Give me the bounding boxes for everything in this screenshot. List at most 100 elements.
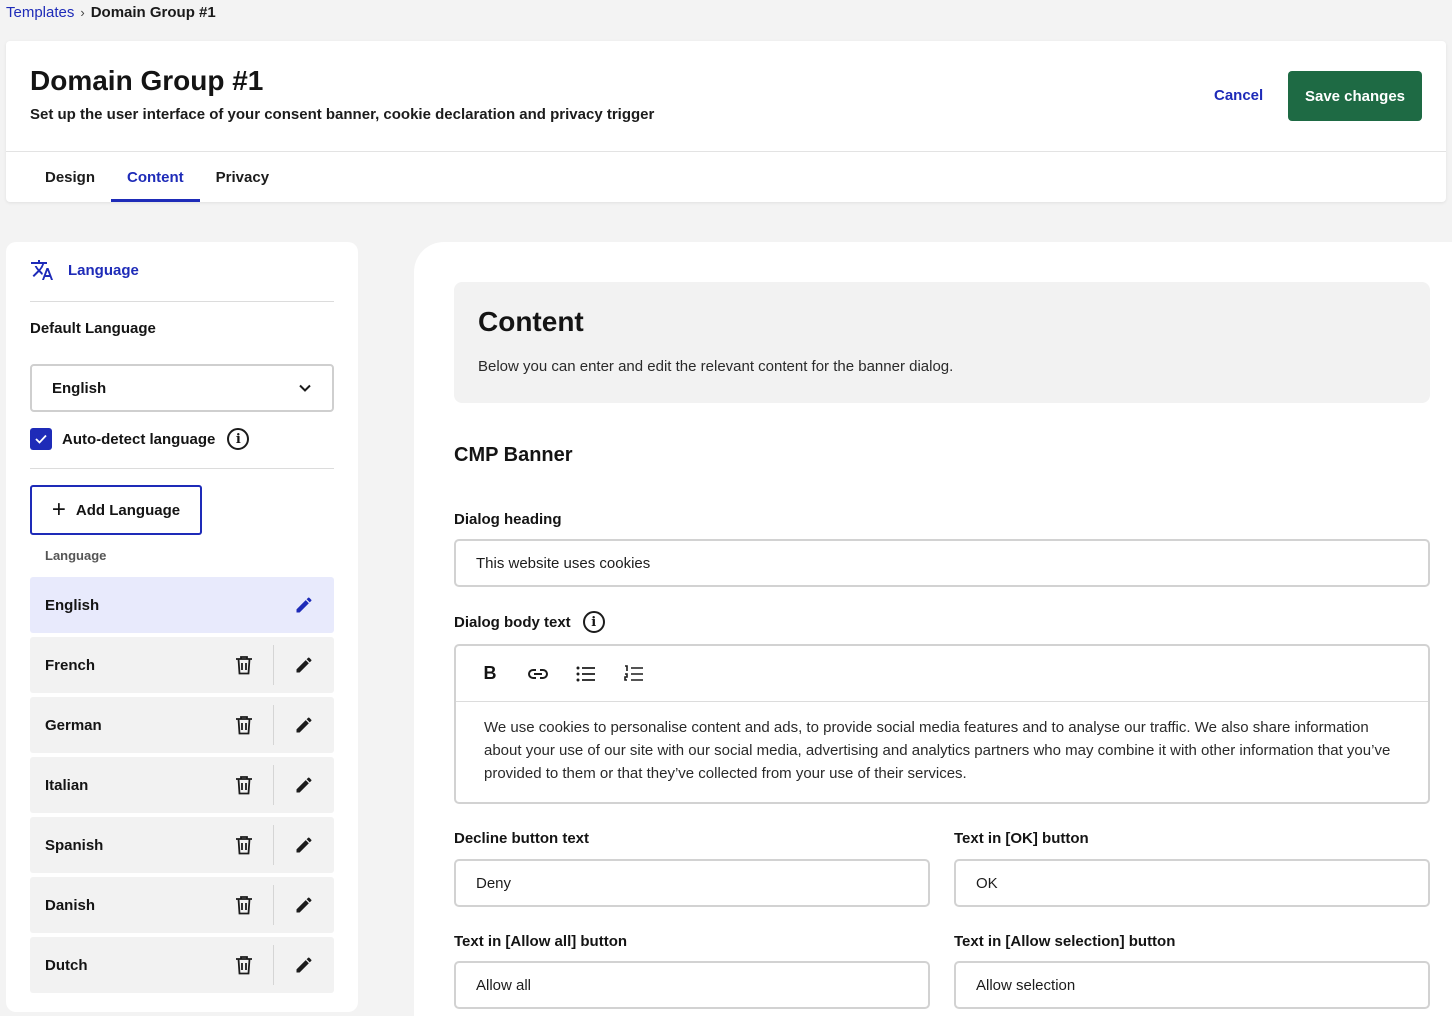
plus-icon: + [51, 496, 66, 523]
language-row-english[interactable]: English [30, 577, 334, 633]
language-row-french[interactable]: French [30, 637, 334, 693]
decline-input[interactable]: Deny [454, 859, 930, 907]
edit-button[interactable] [274, 697, 334, 753]
allow-selection-label: Text in [Allow selection] button [954, 933, 1175, 950]
edit-button[interactable] [274, 577, 334, 633]
decline-label-text: Decline button text [454, 830, 590, 847]
page-header: Domain Group #1 Set up the user interfac… [6, 41, 1446, 202]
language-row-danish[interactable]: Danish [30, 877, 334, 933]
breadcrumb: Templates › Domain Group #1 [6, 4, 216, 21]
add-language-label: Add Language [75, 501, 181, 519]
breadcrumb-current: Domain Group #1 [90, 4, 216, 21]
content-panel: Content Below you can enter and edit the… [414, 242, 1452, 1016]
delete-button[interactable] [214, 885, 274, 925]
chevron-down-icon [299, 384, 311, 392]
editor-toolbar: B [456, 646, 1428, 702]
tab-bar: Design Content Privacy [29, 152, 285, 202]
content-intro: Content Below you can enter and edit the… [454, 282, 1430, 403]
allow-selection-label-text: Text in [Allow selection] button [954, 933, 1176, 950]
delete-button[interactable] [214, 825, 274, 865]
content-title: Content [478, 306, 584, 337]
dialog-body-editor: B We use cookies to personalise content … [454, 644, 1430, 804]
default-language-select[interactable]: English [30, 364, 334, 412]
allow-all-input[interactable]: Allow all [454, 961, 930, 1009]
decline-label: Decline button text [454, 830, 589, 847]
ok-input[interactable]: OK [954, 859, 1430, 907]
info-icon[interactable]: i [227, 428, 250, 450]
allow-all-label-text: Text in [Allow all] button [454, 933, 628, 950]
content-description: Below you can enter and edit the relevan… [478, 358, 954, 375]
row-actions [274, 577, 334, 633]
language-row-spanish[interactable]: Spanish [30, 817, 334, 873]
language-name: Dutch [45, 956, 88, 974]
trash-icon [235, 896, 252, 915]
language-name: French [45, 656, 96, 674]
delete-button[interactable] [214, 945, 274, 985]
bold-icon[interactable]: B [478, 662, 502, 686]
language-name: Danish [45, 896, 96, 914]
dialog-body-text[interactable]: We use cookies to personalise content an… [456, 702, 1428, 799]
allow-all-label: Text in [Allow all] button [454, 933, 627, 950]
divider [30, 301, 334, 302]
delete-button[interactable] [214, 705, 274, 745]
row-actions [214, 817, 334, 873]
dialog-heading-input[interactable]: This website uses cookies [454, 539, 1430, 587]
language-name: German [45, 716, 102, 734]
pencil-icon [296, 597, 312, 613]
dialog-heading-label: Dialog heading [454, 511, 562, 528]
add-language-button[interactable]: + Add Language [30, 485, 202, 535]
language-row-dutch[interactable]: Dutch [30, 937, 334, 993]
ok-label-text: Text in [OK] button [954, 830, 1089, 847]
ok-label: Text in [OK] button [954, 830, 1089, 847]
breadcrumb-separator: › [80, 5, 85, 20]
link-icon[interactable] [526, 662, 550, 686]
edit-button[interactable] [274, 757, 334, 813]
language-row-italian[interactable]: Italian [30, 757, 334, 813]
trash-icon [235, 776, 252, 795]
dialog-body-label-text: Dialog body text [454, 613, 571, 631]
translate-icon [31, 260, 53, 280]
language-row-german[interactable]: German [30, 697, 334, 753]
edit-button[interactable] [274, 877, 334, 933]
auto-detect-checkbox[interactable] [30, 428, 52, 450]
pencil-icon [296, 957, 312, 973]
edit-button[interactable] [274, 817, 334, 873]
edit-button[interactable] [274, 937, 334, 993]
auto-detect-row: Auto-detect language i [30, 428, 250, 450]
delete-button[interactable] [214, 765, 274, 805]
row-actions [214, 757, 334, 813]
tab-design[interactable]: Design [29, 152, 111, 202]
default-language-label: Default Language [30, 320, 156, 337]
language-panel: Language Default Language English Auto-d… [6, 242, 358, 1012]
cancel-button[interactable]: Cancel [1214, 87, 1263, 104]
checkmark-icon [35, 434, 47, 444]
breadcrumb-templates-link[interactable]: Templates [6, 4, 74, 21]
section-title: CMP Banner [454, 444, 573, 466]
trash-icon [235, 716, 252, 735]
page-subtitle: Set up the user interface of your consen… [30, 106, 655, 123]
dialog-heading-label-text: Dialog heading [454, 511, 562, 528]
language-name: Spanish [45, 836, 104, 854]
language-list-header: Language [45, 548, 107, 563]
pencil-icon [296, 777, 312, 793]
delete-button[interactable] [214, 645, 274, 685]
pencil-icon [296, 837, 312, 853]
row-actions [214, 937, 334, 993]
edit-button[interactable] [274, 637, 334, 693]
allow-selection-input[interactable]: Allow selection [954, 961, 1430, 1009]
info-icon[interactable]: i [582, 611, 605, 633]
trash-icon [235, 656, 252, 675]
language-heading: Language [30, 258, 139, 282]
tab-content[interactable]: Content [111, 152, 200, 202]
pencil-icon [296, 897, 312, 913]
row-actions [214, 637, 334, 693]
row-actions [214, 877, 334, 933]
language-list: English French German Italian Spanish Da… [30, 577, 334, 997]
language-name: English [45, 596, 100, 614]
bullet-list-icon[interactable] [574, 662, 598, 686]
save-changes-button[interactable]: Save changes [1288, 71, 1422, 121]
tab-privacy[interactable]: Privacy [200, 152, 285, 202]
pencil-icon [296, 717, 312, 733]
numbered-list-icon[interactable] [622, 662, 646, 686]
dialog-body-label: Dialog body text i [454, 611, 605, 633]
